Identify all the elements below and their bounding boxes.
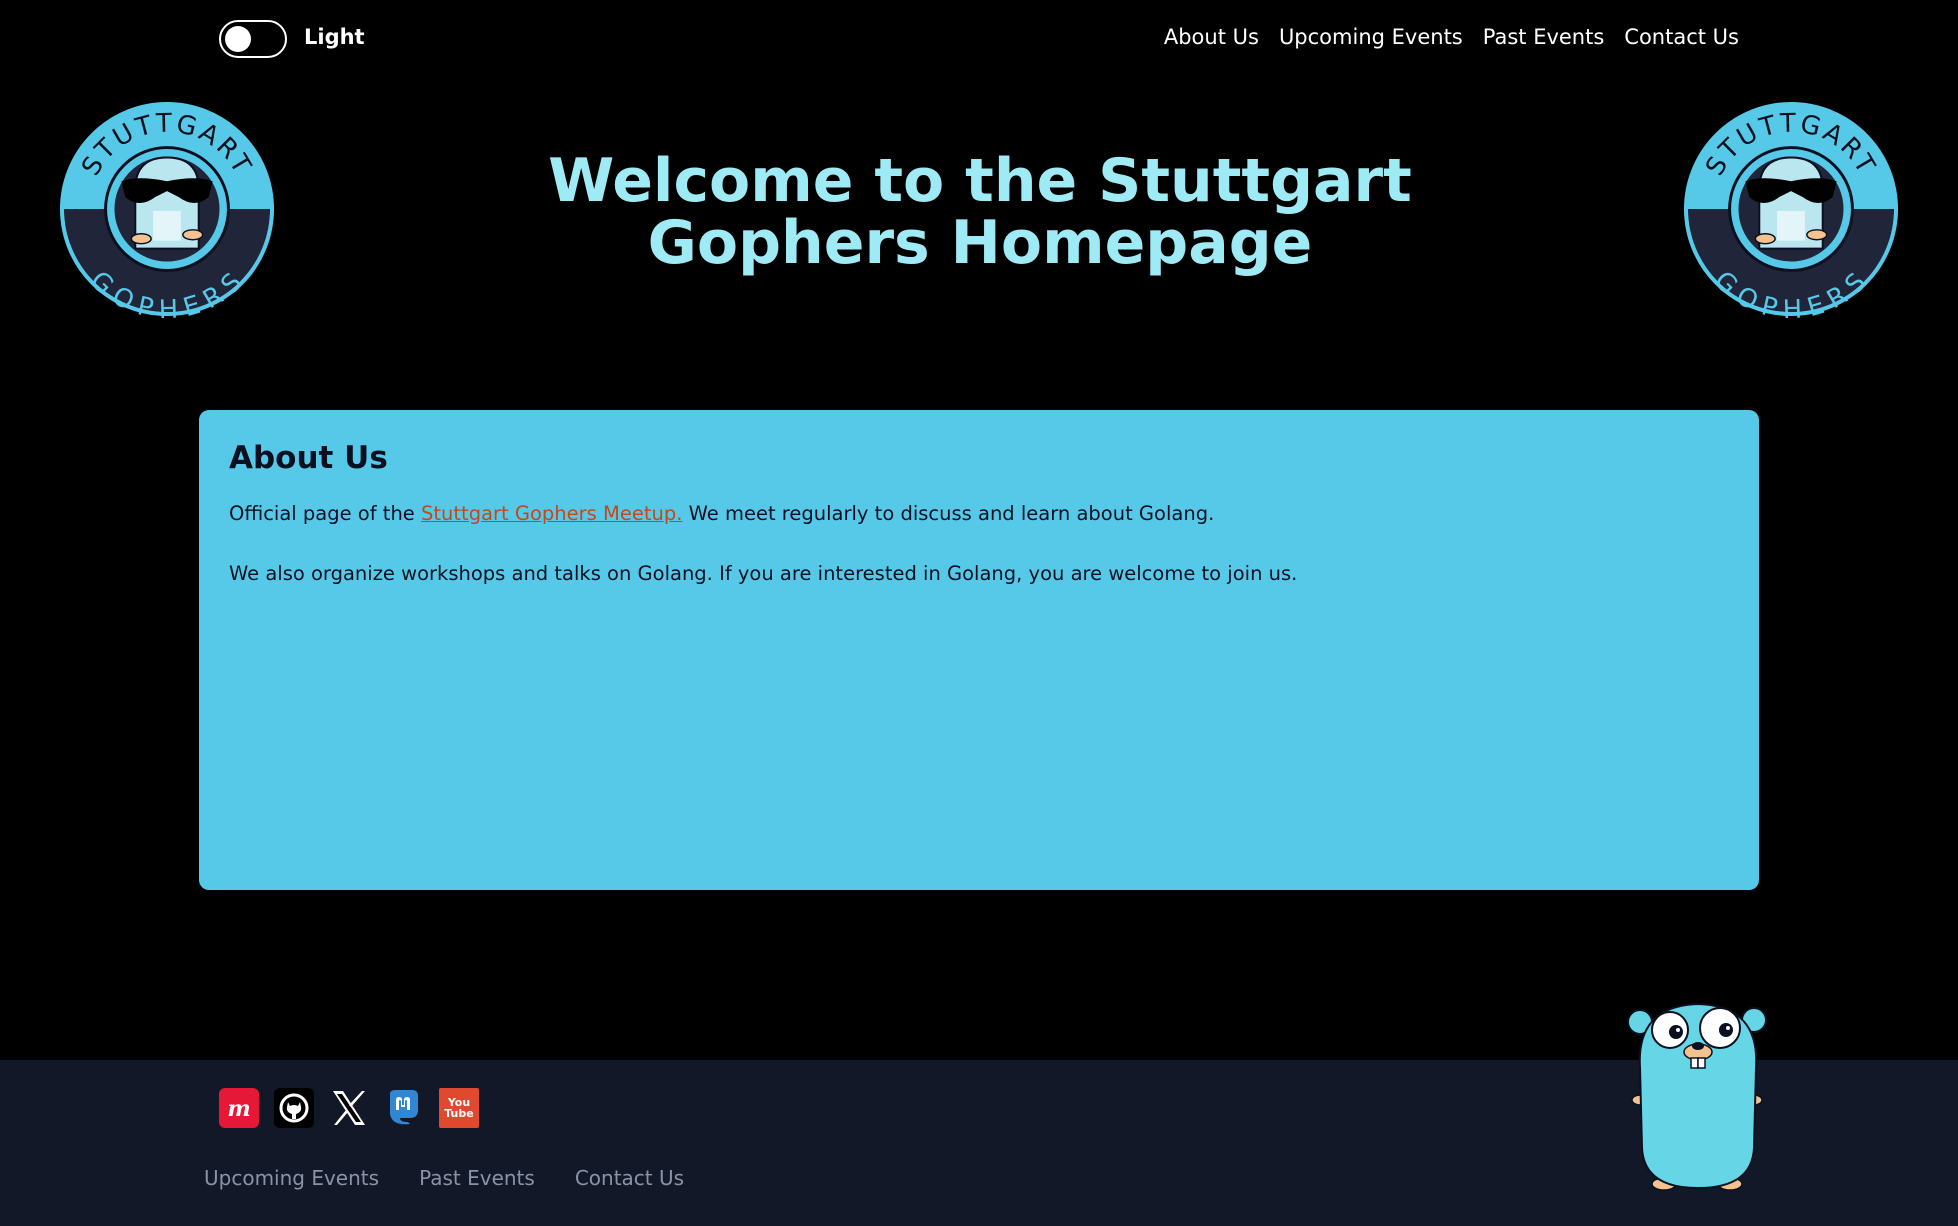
stuttgart-gophers-logo-right: STUTTGART GOPHERS xyxy=(1683,101,1899,318)
about-us-paragraph-2: We also organize workshops and talks on … xyxy=(229,562,1298,585)
social-links: m You Tube xyxy=(219,1088,479,1128)
nav-past-events[interactable]: Past Events xyxy=(1483,25,1605,49)
about-us-card: About Us Official page of the Stuttgart … xyxy=(199,410,1759,890)
about-text-after-link: We meet regularly to discuss and learn a… xyxy=(682,502,1215,525)
stuttgart-gophers-logo-left: STUTTGART GOPHERS xyxy=(59,101,275,318)
toggle-knob xyxy=(225,26,251,52)
footer-links: Upcoming Events Past Events Contact Us xyxy=(204,1166,684,1190)
about-us-heading: About Us xyxy=(229,440,388,476)
theme-toggle-label: Light xyxy=(304,25,365,49)
svg-text:m: m xyxy=(227,1096,250,1120)
gopher-mascot xyxy=(1627,1002,1767,1191)
main-nav: About Us Upcoming Events Past Events Con… xyxy=(1164,25,1739,49)
mastodon-icon[interactable] xyxy=(384,1088,424,1128)
youtube-icon[interactable]: You Tube xyxy=(439,1088,479,1128)
meetup-icon[interactable]: m xyxy=(219,1088,259,1128)
nav-contact-us[interactable]: Contact Us xyxy=(1624,25,1739,49)
footer-link-upcoming-events[interactable]: Upcoming Events xyxy=(204,1166,379,1190)
top-bar: Light About Us Upcoming Events Past Even… xyxy=(0,0,1958,80)
about-text-before-link: Official page of the xyxy=(229,502,422,525)
github-icon[interactable] xyxy=(274,1088,314,1128)
nav-upcoming-events[interactable]: Upcoming Events xyxy=(1279,25,1463,49)
about-us-paragraph-1: Official page of the Stuttgart Gophers M… xyxy=(229,498,1729,530)
footer-link-contact-us[interactable]: Contact Us xyxy=(575,1166,684,1190)
meetup-link[interactable]: Stuttgart Gophers Meetup. xyxy=(421,502,682,525)
footer-link-past-events[interactable]: Past Events xyxy=(419,1166,535,1190)
theme-toggle[interactable] xyxy=(219,20,287,58)
youtube-icon-text: You Tube xyxy=(444,1096,474,1120)
page-title: Welcome to the Stuttgart Gophers Homepag… xyxy=(548,146,1412,278)
nav-about-us[interactable]: About Us xyxy=(1164,25,1259,49)
x-icon[interactable] xyxy=(329,1088,369,1128)
